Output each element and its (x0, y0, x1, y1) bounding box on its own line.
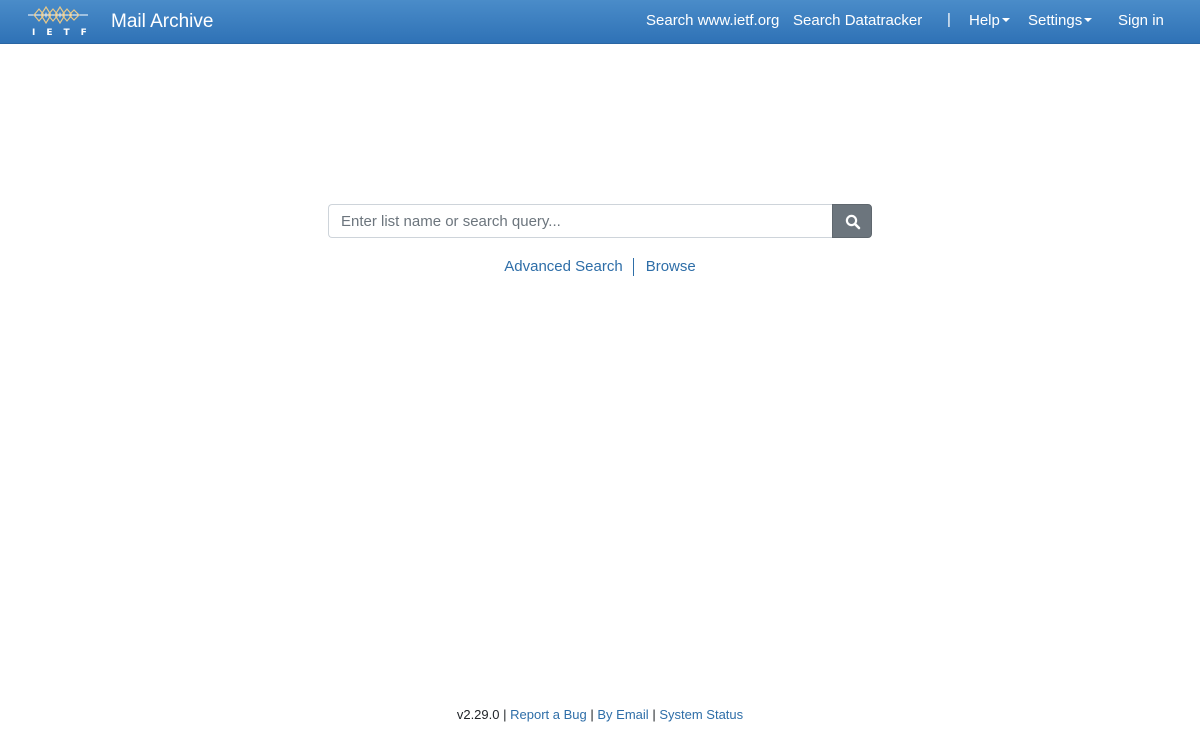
nav-sign-in[interactable]: Sign in (1118, 12, 1164, 30)
nav-help-dropdown[interactable]: Help (969, 12, 1010, 30)
version-text: v2.29.0 (456, 707, 500, 722)
app-title[interactable]: Mail Archive (111, 11, 213, 33)
nav-settings-label: Settings (1028, 12, 1083, 29)
nav-search-datatracker[interactable]: Search Datatracker (793, 12, 922, 30)
ietf-logo[interactable]: IETF (28, 4, 88, 40)
search-input[interactable] (328, 204, 833, 238)
caret-down-icon (1084, 18, 1093, 23)
nav-search-ietf[interactable]: Search www.ietf.org (646, 12, 779, 30)
system-status-link[interactable]: System Status (659, 707, 743, 722)
footer: v2.29.0 | Report a Bug | By Email | Syst… (0, 707, 1200, 723)
by-email-link[interactable]: By Email (597, 707, 648, 722)
footer-separator: | (503, 707, 507, 722)
caret-down-icon (1001, 18, 1010, 23)
logo-text: IETF (32, 28, 98, 38)
link-divider (632, 258, 634, 277)
browse-link[interactable]: Browse (646, 258, 696, 275)
nav-help-label: Help (969, 12, 1000, 29)
nav-settings-dropdown[interactable]: Settings (1028, 12, 1093, 30)
nav-separator: | (947, 11, 951, 28)
footer-separator: | (652, 707, 656, 722)
search-button[interactable] (832, 204, 872, 238)
top-navbar: IETF Mail Archive Search www.ietf.org Se… (0, 0, 1200, 44)
search-form (328, 204, 872, 238)
ietf-logo-mark (28, 5, 88, 25)
search-icon (845, 214, 861, 230)
footer-separator: | (590, 707, 594, 722)
report-bug-link[interactable]: Report a Bug (510, 707, 587, 722)
search-links: Advanced Search Browse (0, 258, 1200, 277)
advanced-search-link[interactable]: Advanced Search (504, 258, 622, 275)
